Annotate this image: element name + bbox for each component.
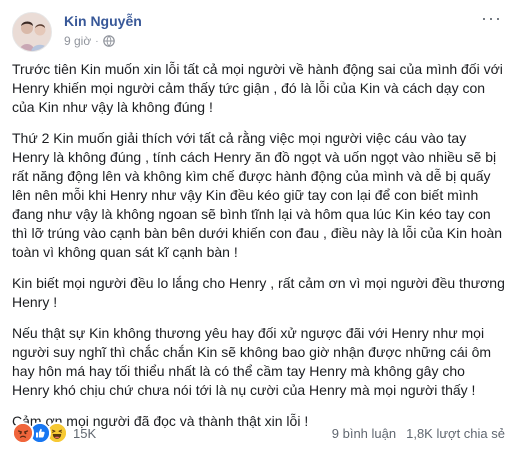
reaction-count[interactable]: 15K bbox=[73, 426, 96, 441]
reactions-summary[interactable]: 15K bbox=[12, 422, 96, 444]
post-paragraph: Kin biết mọi người đều lo lắng cho Henry… bbox=[12, 275, 505, 310]
avatar[interactable] bbox=[12, 12, 52, 52]
shares-count[interactable]: 1,8K lượt chia sẻ bbox=[406, 426, 505, 441]
post-paragraph: Nếu thật sự Kin không thương yêu hay đối… bbox=[12, 325, 492, 398]
post-stats: 9 bình luận 1,8K lượt chia sẻ bbox=[332, 426, 505, 441]
post-meta: 9 giờ · bbox=[64, 34, 115, 48]
comments-count[interactable]: 9 bình luận bbox=[332, 426, 396, 441]
post-paragraph: Trước tiên Kin muốn xin lỗi tất cả mọi n… bbox=[12, 61, 503, 115]
profile-photo bbox=[13, 13, 51, 51]
meta-separator: · bbox=[95, 35, 99, 47]
more-options-icon[interactable]: ··· bbox=[481, 9, 501, 28]
angry-react-icon bbox=[12, 422, 34, 444]
post-paragraph: Thứ 2 Kin muốn giải thích với tất cả rằn… bbox=[12, 130, 503, 260]
post-body: Trước tiên Kin muốn xin lỗi tất cả mọi n… bbox=[12, 60, 505, 443]
post-footer: 15K 9 bình luận 1,8K lượt chia sẻ bbox=[12, 422, 505, 444]
post-header: Kin Nguyễn 9 giờ · ··· bbox=[12, 9, 505, 54]
post-time[interactable]: 9 giờ bbox=[64, 34, 91, 48]
facebook-post: Kin Nguyễn 9 giờ · ··· Trước tiên Kin mu… bbox=[0, 0, 517, 456]
author-name[interactable]: Kin Nguyễn bbox=[64, 13, 142, 29]
globe-icon[interactable] bbox=[102, 35, 115, 47]
